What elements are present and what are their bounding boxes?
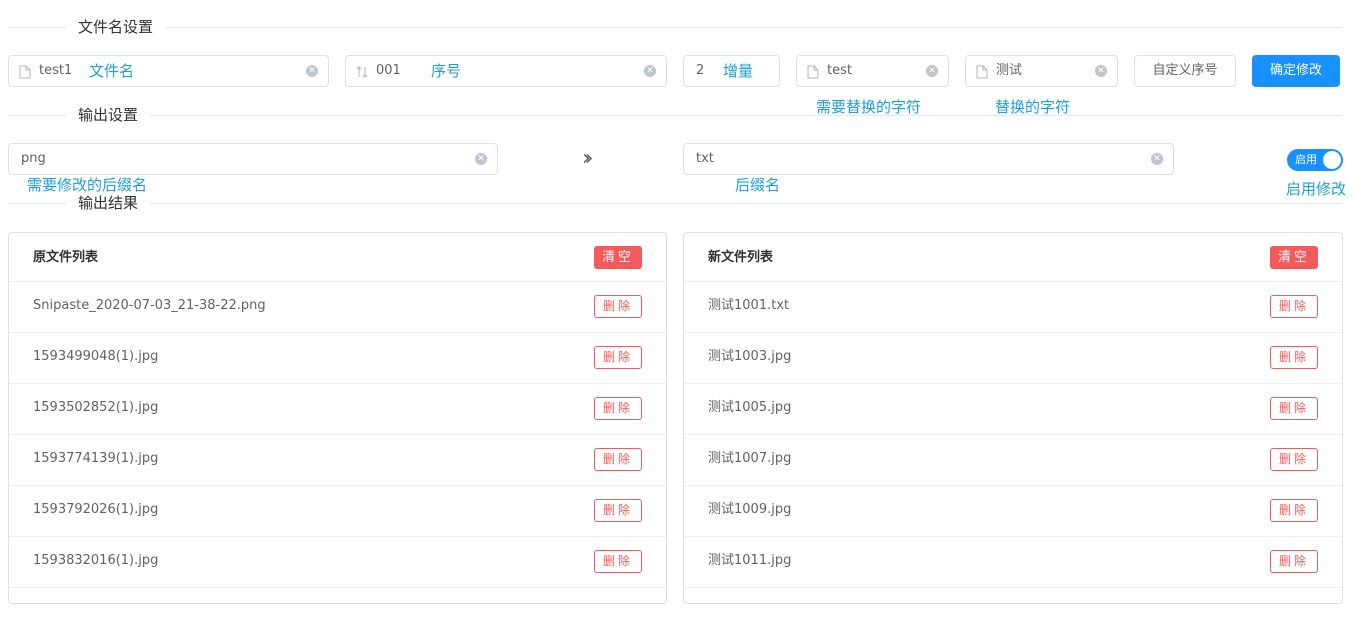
sequence-hint: 序号 [431, 62, 462, 80]
switch-knob [1323, 151, 1341, 169]
table-row: 测试1009.jpg 删除 [684, 486, 1342, 537]
delete-button[interactable]: 删除 [594, 448, 642, 471]
find-value: test [827, 63, 852, 78]
output-results-divider [8, 203, 1342, 204]
table-row: 1593502852(1).jpg 删除 [9, 384, 666, 435]
enable-switch[interactable]: 启用 [1287, 149, 1343, 171]
increment-hint: 增量 [723, 62, 754, 80]
filename-settings-title: 文件名设置 [66, 17, 166, 37]
increment-value: 2 [696, 63, 705, 78]
switch-label: 启用 [1295, 153, 1317, 166]
sequence-input[interactable]: 001 ✕ [345, 55, 667, 87]
sort-icon [356, 66, 368, 78]
delete-button[interactable]: 删除 [1270, 295, 1318, 318]
table-row: 测试1003.jpg 删除 [684, 333, 1342, 384]
delete-button[interactable]: 删除 [1270, 550, 1318, 573]
replace-hint: 替换的字符 [995, 98, 1071, 116]
clear-icon[interactable]: ✕ [644, 65, 656, 77]
old-extension-value: png [21, 151, 46, 166]
file-name: 测试1009.jpg [708, 502, 792, 517]
file-name: 测试1003.jpg [708, 349, 792, 364]
original-file-panel: 原文件列表 清空 Snipaste_2020-07-03_21-38-22.pn… [8, 232, 667, 604]
delete-button[interactable]: 删除 [594, 550, 642, 573]
file-name: 1593832016(1).jpg [33, 553, 159, 568]
delete-button[interactable]: 删除 [594, 397, 642, 420]
delete-button[interactable]: 删除 [594, 499, 642, 522]
delete-button[interactable]: 删除 [1270, 448, 1318, 471]
table-row: 测试1005.jpg 删除 [684, 384, 1342, 435]
file-name: 测试1001.txt [708, 298, 790, 313]
filename-input[interactable]: test1 ✕ [8, 55, 329, 87]
new-panel-title: 新文件列表 [708, 250, 774, 265]
clear-icon[interactable]: ✕ [1095, 65, 1107, 77]
replace-value: 测试 [996, 63, 1023, 78]
output-settings-title: 输出设置 [66, 105, 151, 125]
document-icon [807, 65, 819, 79]
clear-icon[interactable]: ✕ [475, 153, 487, 165]
old-extension-input[interactable]: png ✕ [8, 143, 498, 175]
output-settings-divider [8, 115, 1342, 116]
document-icon [976, 65, 988, 79]
filename-hint: 文件名 [89, 62, 135, 80]
confirm-button[interactable]: 确定修改 [1252, 55, 1340, 87]
table-row: 1593792026(1).jpg 删除 [9, 486, 666, 537]
clear-original-button[interactable]: 清空 [594, 246, 642, 269]
custom-sequence-button[interactable]: 自定义序号 [1134, 55, 1236, 87]
clear-new-button[interactable]: 清空 [1270, 246, 1318, 269]
new-extension-input[interactable]: txt ✕ [683, 143, 1174, 175]
new-extension-hint: 后缀名 [735, 176, 781, 194]
double-chevron-right-icon: ›› [582, 146, 593, 171]
clear-icon[interactable]: ✕ [1151, 153, 1163, 165]
delete-button[interactable]: 删除 [1270, 499, 1318, 522]
delete-button[interactable]: 删除 [1270, 397, 1318, 420]
original-panel-header: 原文件列表 清空 [9, 233, 666, 282]
clear-icon[interactable]: ✕ [306, 65, 318, 77]
delete-button[interactable]: 删除 [1270, 346, 1318, 369]
file-name: 1593502852(1).jpg [33, 400, 159, 415]
sequence-value: 001 [376, 63, 401, 78]
file-name: 测试1011.jpg [708, 553, 792, 568]
document-icon [19, 65, 31, 79]
file-name: 测试1007.jpg [708, 451, 792, 466]
table-row: 测试1011.jpg 删除 [684, 537, 1342, 588]
file-name: Snipaste_2020-07-03_21-38-22.png [33, 298, 266, 313]
filename-settings-divider [8, 27, 1342, 28]
file-name: 1593499048(1).jpg [33, 349, 159, 364]
table-row: 测试1007.jpg 删除 [684, 435, 1342, 486]
table-row: 1593499048(1).jpg 删除 [9, 333, 666, 384]
table-row: 1593832016(1).jpg 删除 [9, 537, 666, 588]
file-name: 1593792026(1).jpg [33, 502, 159, 517]
find-input[interactable]: test ✕ [796, 55, 949, 87]
output-results-title: 输出结果 [66, 193, 151, 213]
file-name: 1593774139(1).jpg [33, 451, 159, 466]
switch-hint: 启用修改 [1286, 180, 1347, 198]
new-file-panel: 新文件列表 清空 测试1001.txt 删除 测试1003.jpg 删除 测试1… [683, 232, 1343, 604]
clear-icon[interactable]: ✕ [926, 65, 938, 77]
table-row: 测试1001.txt 删除 [684, 282, 1342, 333]
table-row: 1593774139(1).jpg 删除 [9, 435, 666, 486]
old-extension-hint: 需要修改的后缀名 [27, 176, 148, 194]
file-name: 测试1005.jpg [708, 400, 792, 415]
filename-value: test1 [39, 63, 73, 78]
table-row: Snipaste_2020-07-03_21-38-22.png 删除 [9, 282, 666, 333]
original-panel-title: 原文件列表 [33, 250, 99, 265]
delete-button[interactable]: 删除 [594, 295, 642, 318]
new-panel-header: 新文件列表 清空 [684, 233, 1342, 282]
new-extension-value: txt [696, 151, 714, 166]
find-hint: 需要替换的字符 [816, 98, 922, 116]
delete-button[interactable]: 删除 [594, 346, 642, 369]
replace-input[interactable]: 测试 ✕ [965, 55, 1118, 87]
